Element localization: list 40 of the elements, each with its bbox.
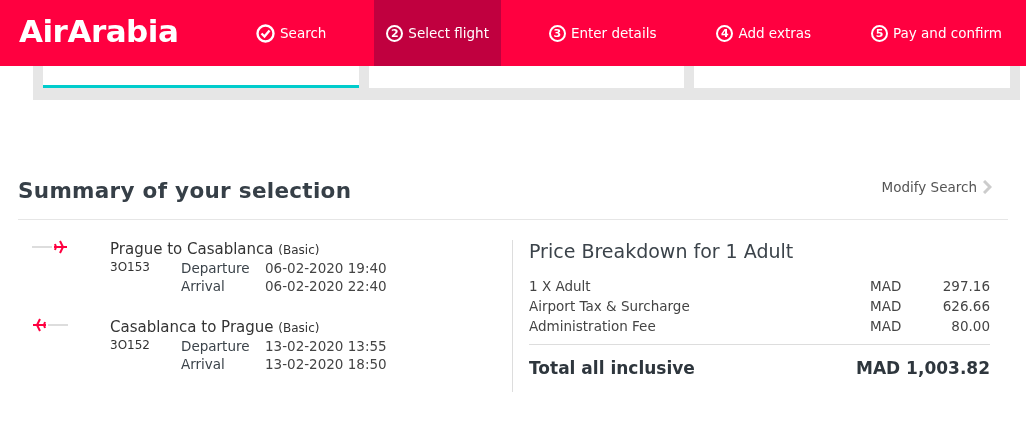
- plane-icon: [32, 240, 68, 254]
- step-number: 2: [386, 24, 404, 42]
- airline-logo[interactable]: AirArabia: [0, 0, 217, 66]
- price-currency: MAD: [870, 297, 903, 316]
- step-tab[interactable]: 2 Select flight: [374, 0, 501, 66]
- price-label: Administration Fee: [529, 317, 657, 336]
- departure-label: Departure: [181, 260, 251, 276]
- flight-route: Casablanca to Prague (Basic): [110, 318, 321, 336]
- flight-number: 3O152: [110, 338, 151, 354]
- step-tab[interactable]: 4 Add extras: [704, 0, 824, 66]
- arrival-label: Arrival: [181, 278, 226, 294]
- price-currency: MAD: [870, 317, 903, 336]
- flight-route: Prague to Casablanca (Basic): [110, 240, 321, 258]
- arrival-label: Arrival: [181, 356, 226, 372]
- step-tab[interactable]: 5 Pay and confirm: [859, 0, 1014, 66]
- step-tab[interactable]: Search: [244, 0, 339, 66]
- fare-card[interactable]: [43, 66, 359, 88]
- price-amount: 297.16: [941, 277, 990, 296]
- arrival-time: 06-02-2020 22:40: [265, 278, 388, 294]
- price-label: Airport Tax & Surcharge: [529, 297, 691, 316]
- flight-number: 3O153: [110, 260, 151, 276]
- departure-time: 13-02-2020 13:55: [265, 338, 388, 354]
- step-number: 4: [716, 24, 734, 42]
- step-tab[interactable]: 3 Enter details: [536, 0, 669, 66]
- price-title: Price Breakdown for 1 Adult: [529, 240, 795, 262]
- price-amount: 626.66: [941, 297, 990, 316]
- summary-title: Summary of your selection: [18, 178, 352, 203]
- price-label: 1 X Adult: [529, 277, 592, 296]
- departure-time: 06-02-2020 19:40: [265, 260, 388, 276]
- total-amount: MAD 1,003.82: [856, 358, 990, 378]
- step-number: 5: [871, 24, 888, 42]
- step-number: 3: [548, 24, 566, 42]
- arrival-time: 13-02-2020 18:50: [265, 356, 388, 372]
- chevron-icon: [983, 179, 992, 194]
- plane-icon: [32, 318, 68, 332]
- total-label: Total all inclusive: [529, 358, 695, 378]
- price-amount: 80.00: [950, 317, 990, 336]
- modify-search-link[interactable]: Modify Search: [881, 178, 992, 195]
- departure-label: Departure: [181, 338, 251, 354]
- price-currency: MAD: [870, 277, 903, 296]
